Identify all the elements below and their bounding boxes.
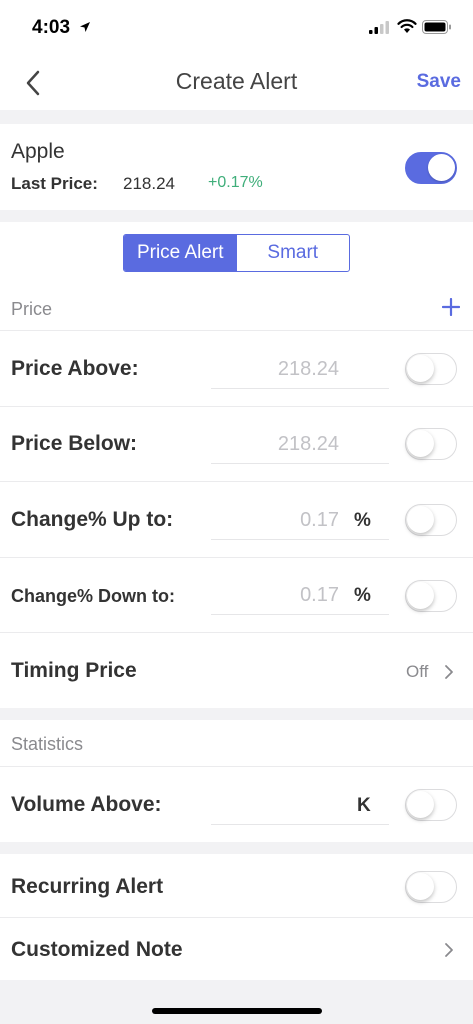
divider <box>0 330 473 331</box>
save-button[interactable]: Save <box>417 71 461 93</box>
home-indicator[interactable] <box>152 1008 322 1014</box>
change-up-label: Change% Up to: <box>11 508 174 531</box>
timing-price-label[interactable]: Timing Price <box>11 659 137 683</box>
last-price-label: Last Price: <box>11 174 98 193</box>
price-below-toggle[interactable] <box>405 428 457 460</box>
tab-smart[interactable]: Smart <box>237 235 350 271</box>
alert-settings-card: Price Alert Smart Price Price Above: 218… <box>0 222 473 708</box>
change-down-unit: % <box>354 585 371 606</box>
cellular-signal-icon <box>369 21 389 34</box>
stock-alert-toggle[interactable] <box>405 152 457 184</box>
page-title: Create Alert <box>175 68 298 94</box>
chevron-right-icon <box>445 665 453 679</box>
divider <box>0 766 473 767</box>
change-down-underline <box>211 614 389 615</box>
nav-bar: Create Alert Save <box>0 56 473 110</box>
stock-card: Apple Last Price: 218.24 +0.17% <box>0 124 473 210</box>
wifi-icon <box>397 19 417 33</box>
divider <box>0 481 473 482</box>
last-price-value: 218.24 <box>123 174 175 193</box>
price-change: +0.17% <box>208 174 263 191</box>
recurring-alert-label: Recurring Alert <box>11 875 164 898</box>
divider <box>0 406 473 407</box>
volume-above-underline <box>211 824 389 825</box>
price-above-label: Price Above: <box>11 357 139 380</box>
price-above-underline <box>211 388 389 389</box>
options-card: Recurring Alert Customized Note <box>0 854 473 980</box>
change-up-input[interactable]: 0.17 <box>211 509 339 532</box>
tab-price-alert[interactable]: Price Alert <box>124 235 237 271</box>
volume-above-unit: K <box>357 795 371 816</box>
battery-icon <box>422 20 451 34</box>
timing-price-value: Off <box>406 662 429 681</box>
change-up-underline <box>211 539 389 540</box>
alert-type-segmented-control: Price Alert Smart <box>123 234 350 272</box>
volume-above-label: Volume Above: <box>11 793 162 816</box>
status-bar: 4:03 <box>0 0 473 56</box>
change-down-input[interactable]: 0.17 <box>211 584 339 607</box>
stock-name: Apple <box>11 140 65 163</box>
statistics-section-label: Statistics <box>11 734 84 754</box>
add-icon[interactable] <box>442 298 460 316</box>
price-above-input[interactable]: 218.24 <box>211 358 339 381</box>
price-below-input[interactable]: 218.24 <box>211 433 339 456</box>
location-arrow-icon <box>80 22 90 32</box>
recurring-alert-toggle[interactable] <box>405 871 457 903</box>
price-section-label: Price <box>11 299 53 319</box>
divider <box>0 917 473 918</box>
divider <box>0 632 473 633</box>
divider <box>0 557 473 558</box>
price-below-underline <box>211 463 389 464</box>
change-down-label: Change% Down to: <box>11 586 175 606</box>
change-up-toggle[interactable] <box>405 504 457 536</box>
customized-note-label[interactable]: Customized Note <box>11 938 183 962</box>
change-down-toggle[interactable] <box>405 580 457 612</box>
chevron-right-icon <box>445 943 453 957</box>
price-below-label: Price Below: <box>11 432 138 455</box>
statistics-card: Statistics Volume Above: K <box>0 720 473 842</box>
change-up-unit: % <box>354 510 371 531</box>
volume-above-toggle[interactable] <box>405 789 457 821</box>
status-time: 4:03 <box>32 17 71 38</box>
price-above-toggle[interactable] <box>405 353 457 385</box>
